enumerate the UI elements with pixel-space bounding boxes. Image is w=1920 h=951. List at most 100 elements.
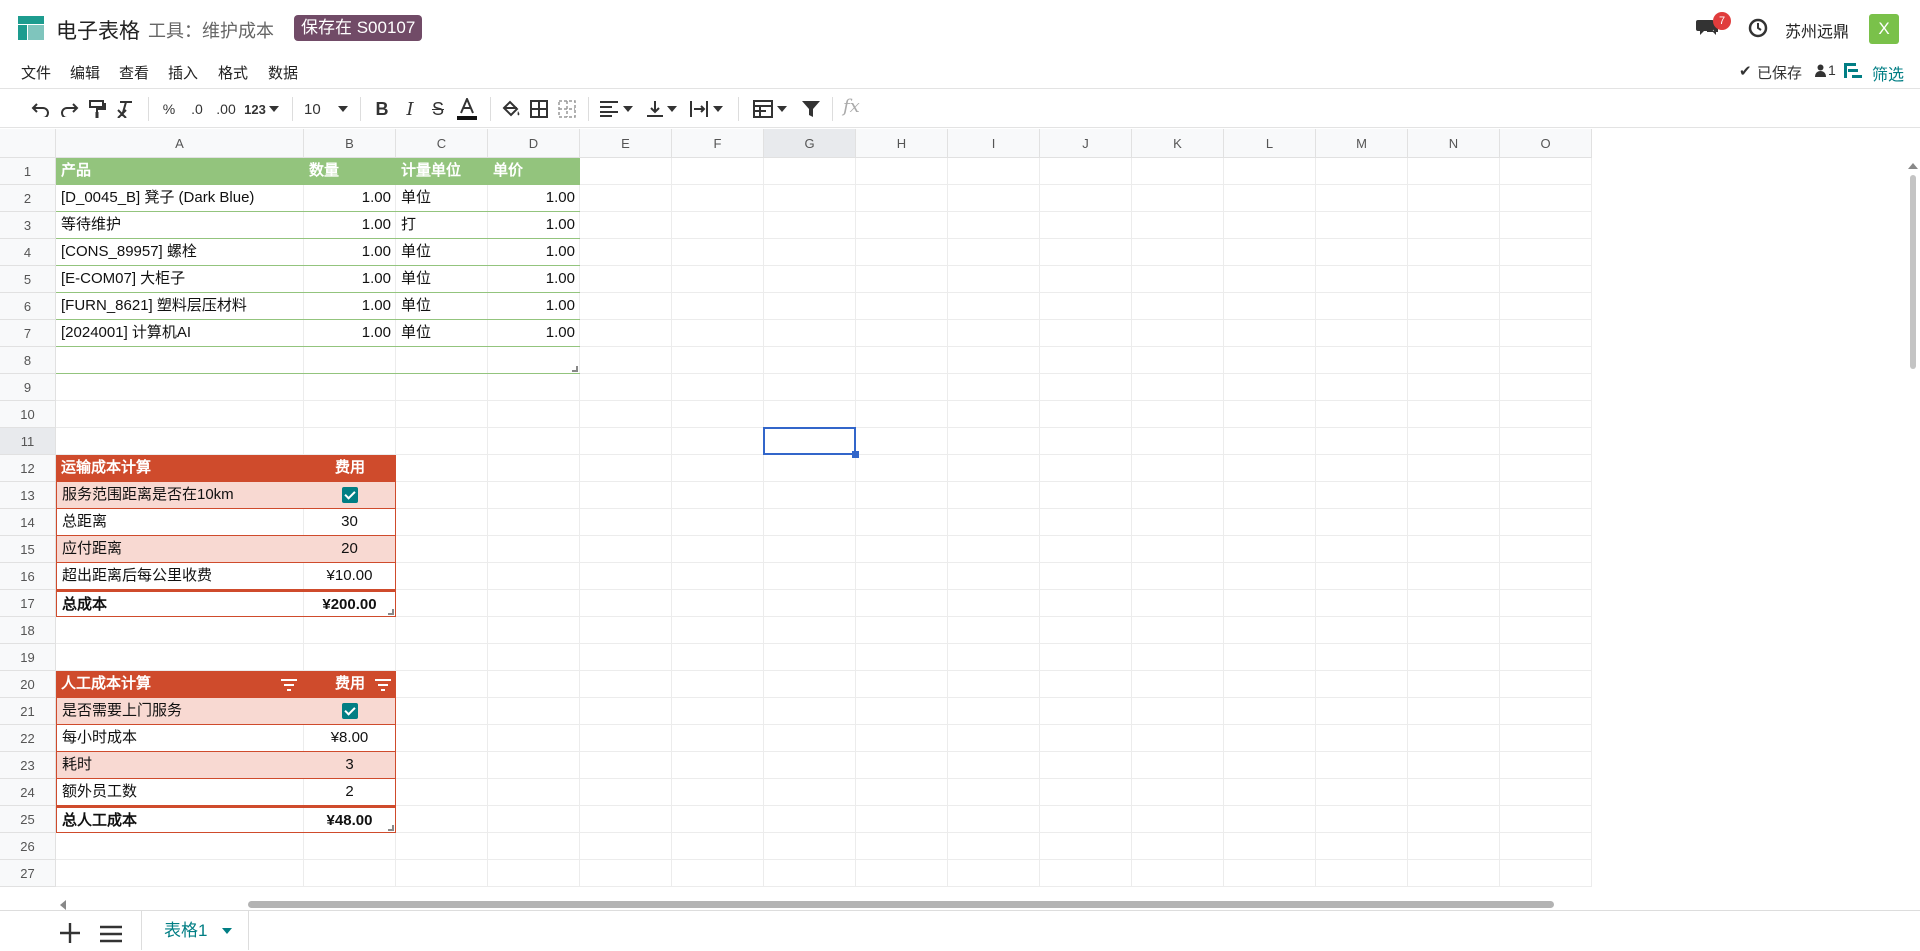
row-header[interactable]: 11	[0, 428, 56, 455]
row-header[interactable]: 4	[0, 239, 56, 266]
table-header-cell[interactable]: 数量	[304, 158, 396, 185]
table-data-cell[interactable]: 1.00	[488, 185, 580, 212]
row-header[interactable]: 23	[0, 752, 56, 779]
column-header[interactable]: O	[1500, 129, 1592, 158]
app-title[interactable]: 电子表格	[56, 15, 140, 45]
menu-edit[interactable]: 编辑	[70, 62, 100, 83]
filter-link[interactable]: 筛选	[1872, 61, 1904, 85]
undo-icon[interactable]	[30, 97, 52, 121]
column-header[interactable]: F	[672, 129, 764, 158]
vertical-align-caret-icon[interactable]	[666, 97, 678, 121]
table-data-cell[interactable]: 超出距离后每公里收费	[56, 563, 304, 590]
table-data-cell[interactable]: [CONS_89957] 螺栓	[56, 239, 304, 266]
decrease-decimal-button[interactable]: .0	[186, 97, 208, 121]
horizontal-align-icon[interactable]	[598, 97, 620, 121]
row-header[interactable]: 19	[0, 644, 56, 671]
table-empty-cell[interactable]	[488, 347, 580, 374]
table-data-cell[interactable]: 1.00	[488, 320, 580, 347]
row-header[interactable]: 14	[0, 509, 56, 536]
table-data-cell[interactable]: 打	[396, 212, 488, 239]
table-header-cell[interactable]: 运输成本计算	[56, 455, 304, 482]
scroll-up-arrow-icon[interactable]	[1908, 163, 1918, 169]
table-data-cell[interactable]: [2024001] 计算机AI	[56, 320, 304, 347]
table-data-cell[interactable]: 30	[304, 509, 396, 536]
breadcrumb[interactable]: 工具：维护成本	[148, 17, 274, 43]
column-header[interactable]: D	[488, 129, 580, 158]
table-data-cell[interactable]: ¥8.00	[304, 725, 396, 752]
table-data-cell[interactable]: 3	[304, 752, 396, 779]
table-header-cell[interactable]: 单价	[488, 158, 580, 185]
sheet-list-icon[interactable]	[99, 924, 123, 944]
increase-decimal-button[interactable]: .00	[212, 97, 240, 121]
total-label-cell[interactable]: 总成本	[56, 590, 304, 617]
row-header[interactable]: 5	[0, 266, 56, 293]
add-sheet-icon[interactable]	[58, 921, 82, 945]
column-header[interactable]: I	[948, 129, 1040, 158]
table-data-cell[interactable]: 应付距离	[56, 536, 304, 563]
table-format-icon[interactable]	[752, 97, 774, 121]
total-value-cell[interactable]: ¥48.00	[304, 806, 396, 833]
filter-tree-icon[interactable]	[1844, 63, 1862, 79]
clear-format-icon[interactable]	[114, 97, 136, 121]
checked-checkbox-icon[interactable]	[341, 487, 358, 504]
more-formats-button[interactable]: 123	[242, 97, 268, 121]
table-data-cell[interactable]: 服务范围距离是否在10km	[56, 482, 304, 509]
table-resize-handle[interactable]	[388, 825, 394, 831]
column-header[interactable]: J	[1040, 129, 1132, 158]
formula-bar[interactable]: fx	[843, 96, 860, 117]
table-header-cell[interactable]: 费用	[304, 455, 396, 482]
row-header[interactable]: 13	[0, 482, 56, 509]
table-data-cell[interactable]: [D_0045_B] 凳子 (Dark Blue)	[56, 185, 304, 212]
strikethrough-icon[interactable]: S	[428, 97, 448, 121]
column-header[interactable]: N	[1408, 129, 1500, 158]
table-empty-cell[interactable]	[56, 347, 304, 374]
selected-cell-outline[interactable]	[763, 427, 856, 455]
checked-checkbox-icon[interactable]	[341, 703, 358, 720]
row-header[interactable]: 7	[0, 320, 56, 347]
table-format-caret-icon[interactable]	[776, 97, 788, 121]
table-data-cell[interactable]: 2	[304, 779, 396, 806]
table-empty-cell[interactable]	[304, 347, 396, 374]
table-data-cell[interactable]: 单位	[396, 320, 488, 347]
bold-icon[interactable]: B	[372, 97, 392, 121]
row-header[interactable]: 21	[0, 698, 56, 725]
total-label-cell[interactable]: 总人工成本	[56, 806, 304, 833]
table-data-cell[interactable]: [FURN_8621] 塑料层压材料	[56, 293, 304, 320]
vertical-scrollbar[interactable]	[1910, 175, 1916, 369]
table-header-cell[interactable]: 计量单位	[396, 158, 488, 185]
checkbox-cell[interactable]	[304, 482, 396, 509]
table-data-cell[interactable]: 耗时	[56, 752, 304, 779]
row-header[interactable]: 18	[0, 617, 56, 644]
row-header[interactable]: 10	[0, 401, 56, 428]
table-data-cell[interactable]: 单位	[396, 185, 488, 212]
row-header[interactable]: 25	[0, 806, 56, 833]
column-header[interactable]: H	[856, 129, 948, 158]
clock-icon[interactable]	[1748, 18, 1768, 38]
table-data-cell[interactable]: 1.00	[304, 185, 396, 212]
more-formats-caret-icon[interactable]	[268, 97, 280, 121]
column-header[interactable]: B	[304, 129, 396, 158]
table-data-cell[interactable]: 额外员工数	[56, 779, 304, 806]
table-data-cell[interactable]: [E-COM07] 大柜子	[56, 266, 304, 293]
row-header[interactable]: 22	[0, 725, 56, 752]
text-color-icon[interactable]	[456, 97, 478, 121]
column-header[interactable]: L	[1224, 129, 1316, 158]
table-header-cell[interactable]: 人工成本计算	[56, 671, 304, 698]
table-data-cell[interactable]: 是否需要上门服务	[56, 698, 304, 725]
row-header[interactable]: 8	[0, 347, 56, 374]
vertical-align-icon[interactable]	[644, 97, 666, 121]
menu-file[interactable]: 文件	[21, 62, 51, 83]
text-wrap-caret-icon[interactable]	[712, 97, 724, 121]
format-percent-button[interactable]: %	[160, 97, 178, 121]
row-header[interactable]: 26	[0, 833, 56, 860]
user-avatar[interactable]: X	[1869, 14, 1899, 44]
table-data-cell[interactable]: 1.00	[304, 320, 396, 347]
column-header[interactable]: A	[56, 129, 304, 158]
row-header[interactable]: 6	[0, 293, 56, 320]
menu-data[interactable]: 数据	[268, 62, 298, 83]
table-data-cell[interactable]: 1.00	[304, 239, 396, 266]
table-data-cell[interactable]: 等待维护	[56, 212, 304, 239]
table-empty-cell[interactable]	[396, 347, 488, 374]
table-resize-handle[interactable]	[388, 609, 394, 615]
table-header-cell[interactable]: 产品	[56, 158, 304, 185]
